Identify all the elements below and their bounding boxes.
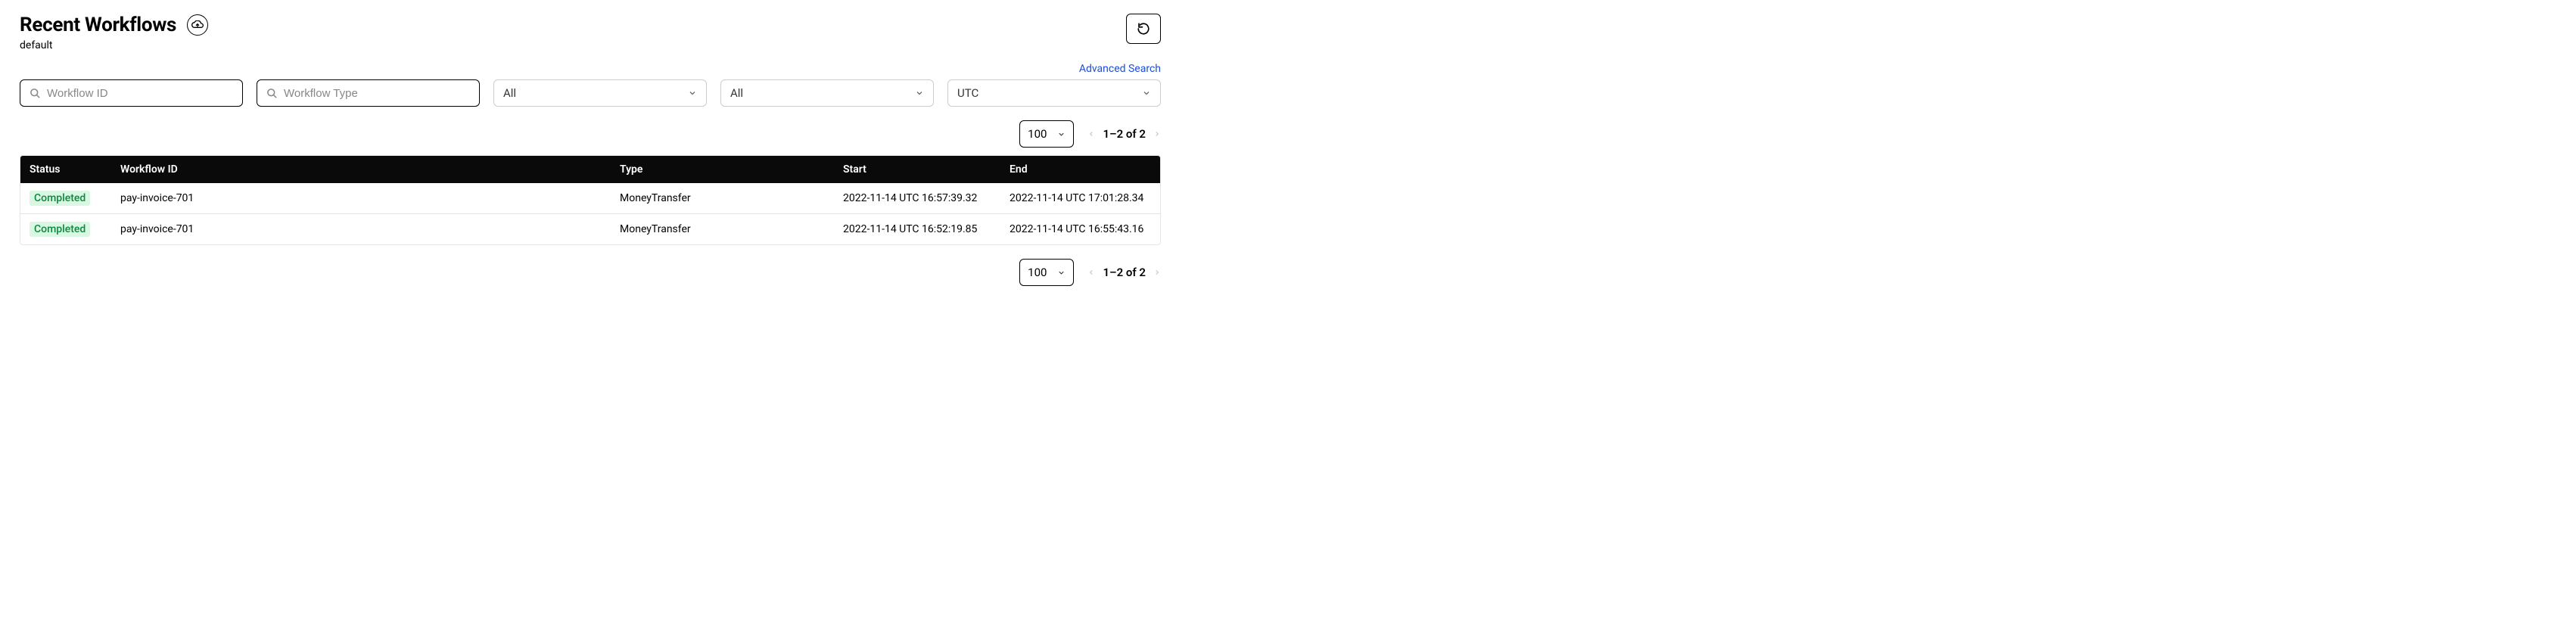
prev-page-button[interactable] xyxy=(1087,129,1095,139)
workflow-type-search[interactable] xyxy=(257,79,480,107)
header-start: Start xyxy=(843,163,1010,176)
status-badge: Completed xyxy=(30,222,90,237)
header-status: Status xyxy=(30,163,120,176)
chevron-down-icon xyxy=(1057,130,1066,138)
cell-end: 2022-11-14 UTC 16:55:43.16 xyxy=(1010,223,1151,235)
status-filter-value: All xyxy=(503,86,516,100)
scope-filter-value: All xyxy=(730,86,743,100)
refresh-icon xyxy=(1137,22,1150,36)
header-type: Type xyxy=(620,163,843,176)
advanced-search-link[interactable]: Advanced Search xyxy=(1079,63,1161,75)
cell-type: MoneyTransfer xyxy=(620,192,843,204)
next-page-button[interactable] xyxy=(1153,129,1161,139)
cell-end: 2022-11-14 UTC 17:01:28.34 xyxy=(1010,192,1151,204)
chevron-down-icon xyxy=(915,89,924,98)
workflows-table: Status Workflow ID Type Start End Comple… xyxy=(20,155,1161,245)
chevron-down-icon xyxy=(1057,269,1066,277)
cell-type: MoneyTransfer xyxy=(620,223,843,235)
next-page-button[interactable] xyxy=(1153,267,1161,278)
page-size-value: 100 xyxy=(1028,127,1047,141)
workflow-type-input[interactable] xyxy=(284,87,470,100)
workflow-id-input[interactable] xyxy=(47,87,233,100)
namespace-subtitle: default xyxy=(20,39,208,51)
cell-workflow-id: pay-invoice-701 xyxy=(120,192,620,204)
page-title: Recent Workflows xyxy=(20,14,176,36)
page-size-select-bottom[interactable]: 100 xyxy=(1019,259,1074,286)
chevron-down-icon xyxy=(1142,89,1151,98)
cell-workflow-id: pay-invoice-701 xyxy=(120,223,620,235)
table-header-row: Status Workflow ID Type Start End xyxy=(20,156,1160,183)
page-size-value: 100 xyxy=(1028,266,1047,279)
prev-page-button[interactable] xyxy=(1087,267,1095,278)
timezone-select[interactable]: UTC xyxy=(947,79,1161,107)
cell-start: 2022-11-14 UTC 16:52:19.85 xyxy=(843,223,1010,235)
page-size-select-top[interactable]: 100 xyxy=(1019,120,1074,148)
table-row[interactable]: Completedpay-invoice-701MoneyTransfer202… xyxy=(20,183,1160,213)
search-icon xyxy=(30,88,41,99)
pagination-range: 1–2 of 2 xyxy=(1103,127,1146,141)
cell-start: 2022-11-14 UTC 16:57:39.32 xyxy=(843,192,1010,204)
timezone-value: UTC xyxy=(957,86,978,100)
status-badge: Completed xyxy=(30,191,90,206)
header-workflow-id: Workflow ID xyxy=(120,163,620,176)
pagination-range: 1–2 of 2 xyxy=(1103,266,1146,279)
cloud-upload-button[interactable] xyxy=(187,14,208,36)
cloud-upload-icon xyxy=(191,20,204,30)
workflow-id-search[interactable] xyxy=(20,79,243,107)
chevron-down-icon xyxy=(688,89,697,98)
refresh-button[interactable] xyxy=(1126,14,1161,44)
search-icon xyxy=(266,88,278,99)
table-row[interactable]: Completedpay-invoice-701MoneyTransfer202… xyxy=(20,213,1160,244)
scope-filter-select[interactable]: All xyxy=(720,79,934,107)
header-end: End xyxy=(1010,163,1151,176)
status-filter-select[interactable]: All xyxy=(493,79,707,107)
